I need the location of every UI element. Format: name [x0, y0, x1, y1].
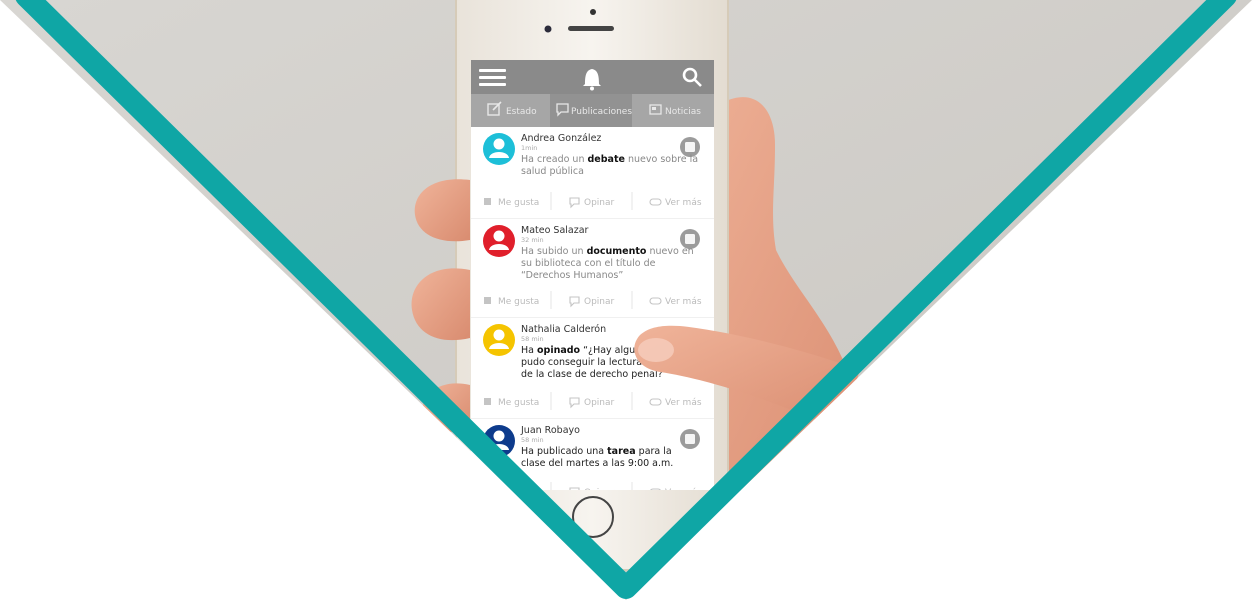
thumbs-up-icon — [484, 398, 491, 405]
camera-dot — [590, 9, 596, 15]
post-line-1-bold: opinado — [537, 345, 581, 356]
comment-label: Opinar — [584, 198, 615, 208]
post-line-1-bold: tarea — [607, 446, 636, 457]
post-line-1: Ha opinado “¿Hay alguien — [521, 345, 650, 356]
more-label: Ver más — [665, 297, 702, 307]
post-line-2: pudo conseguir la lectura co — [521, 357, 656, 368]
phone: Estado Publicaciones Noticias Andrea Gon… — [455, 0, 729, 571]
post-time: 58 min — [521, 335, 544, 343]
post-line-1: Ha publicado una tarea para la — [521, 446, 672, 457]
avatar[interactable] — [483, 133, 515, 165]
avatar[interactable] — [483, 225, 515, 257]
post-line-2: su biblioteca con el título de — [521, 258, 656, 269]
user-icon-head — [493, 329, 505, 341]
tab-label-publicaciones: Publicaciones — [571, 107, 632, 117]
post-line-1-bold: documento — [587, 246, 647, 257]
post-time: 32 min — [521, 236, 544, 244]
like-label: Me gusta — [498, 398, 539, 408]
thumbs-up-icon — [484, 198, 491, 205]
post-author: Mateo Salazar — [521, 225, 589, 236]
post-line-3: “Derechos Humanos” — [521, 270, 623, 281]
avatar[interactable] — [483, 324, 515, 356]
more-label: Ver más — [665, 198, 702, 208]
post-line-1: Ha creado un debate nuevo sobre la — [521, 154, 698, 165]
post-line-1-post: para la — [636, 446, 672, 457]
post-author: Nathalia Calderón — [521, 324, 606, 335]
user-icon-head — [493, 138, 505, 150]
file-icon — [680, 429, 700, 449]
post-line-2: salud pública — [521, 166, 584, 177]
photo-scene: Estado Publicaciones Noticias Andrea Gon… — [0, 0, 1252, 600]
post-author: Juan Robayo — [520, 425, 580, 436]
post-line-3: de la clase de derecho penal? — [521, 369, 663, 380]
tab-label-noticias: Noticias — [665, 107, 701, 117]
post-author: Andrea González — [521, 133, 601, 144]
thumbs-up-icon — [484, 488, 491, 490]
post-line-1-post: nuevo en — [646, 246, 693, 257]
like-label: Me gusta — [498, 198, 539, 208]
fingernail — [638, 338, 674, 362]
post-card[interactable]: Mateo Salazar32 min Ha subido un document… — [471, 219, 714, 319]
post-card[interactable]: Andrea González1min Ha creado un debate n… — [471, 127, 714, 220]
screen: Estado Publicaciones Noticias Andrea Gon… — [471, 60, 714, 490]
post-line-1-pre: Ha creado un — [521, 154, 588, 165]
tab-label-estado: Estado — [506, 107, 537, 117]
feed-list: Andrea González1min Ha creado un debate n… — [471, 127, 714, 490]
post-time: 1min — [521, 144, 537, 152]
post-line-2: clase del martes a las 9:00 a.m. — [521, 458, 673, 469]
front-camera — [544, 25, 552, 33]
more-label: Ver más — [665, 398, 702, 408]
user-icon-head — [493, 430, 505, 442]
post-line-1-pre: Ha publicado una — [521, 446, 607, 457]
thumbs-up-icon — [484, 297, 491, 304]
post-line-1: Ha subido un documento nuevo en — [521, 246, 694, 257]
user-icon-head — [493, 230, 505, 242]
comment-label: Opinar — [584, 398, 615, 408]
post-line-1-post: nuevo sobre la — [625, 154, 698, 165]
comment-label: Opinar — [584, 297, 615, 307]
post-time: 58 min — [521, 436, 544, 444]
post-line-1-pre: Ha subido un — [521, 246, 587, 257]
post-line-1-pre: Ha — [521, 345, 537, 356]
menu-icon[interactable] — [479, 69, 506, 86]
speaker — [568, 26, 614, 31]
post-line-1-bold: debate — [588, 154, 625, 165]
like-label: Me gusta — [498, 297, 539, 307]
photo: Estado Publicaciones Noticias Andrea Gon… — [0, 0, 1252, 600]
